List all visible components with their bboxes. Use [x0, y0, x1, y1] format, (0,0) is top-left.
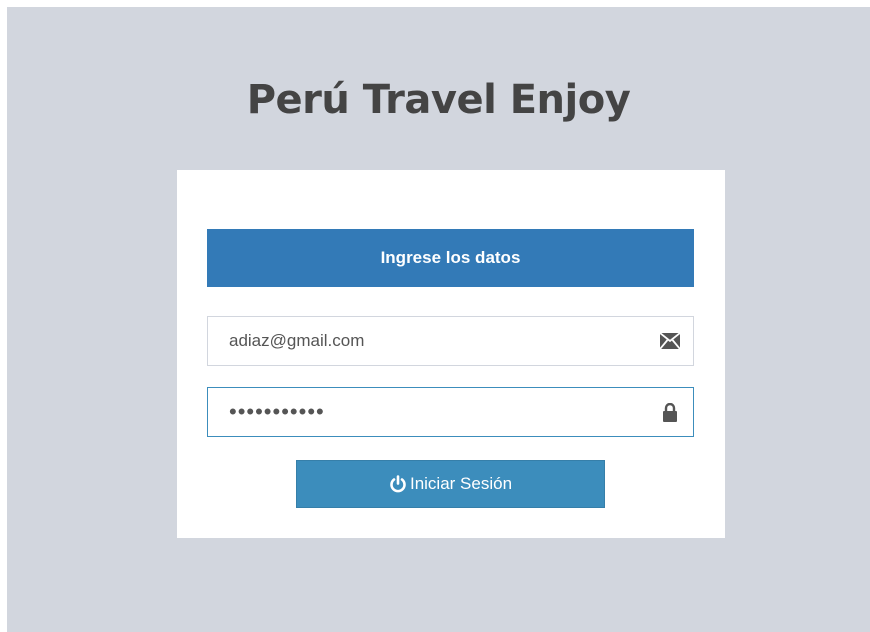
power-icon — [389, 475, 407, 493]
login-button-label: Iniciar Sesión — [409, 474, 513, 493]
envelope-icon — [660, 331, 680, 351]
password-field[interactable] — [207, 387, 694, 437]
email-input[interactable] — [208, 317, 693, 365]
login-box-header: Ingrese los datos — [207, 229, 694, 287]
page-title: Perú Travel Enjoy — [246, 77, 631, 123]
lock-icon — [660, 402, 680, 422]
password-input[interactable] — [208, 388, 693, 436]
login-box: Ingrese los datos Inicia — [177, 170, 725, 538]
login-button[interactable]: Iniciar Sesión — [296, 460, 605, 508]
email-field[interactable] — [207, 316, 694, 366]
